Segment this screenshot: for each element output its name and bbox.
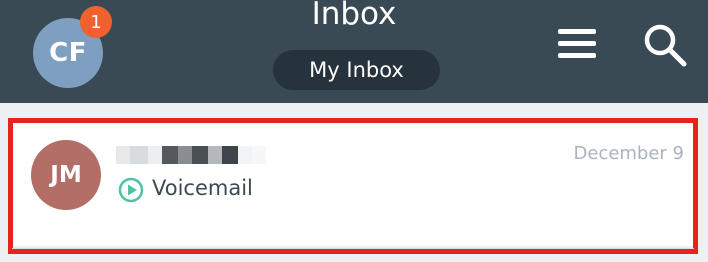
redaction-block: [116, 146, 130, 164]
contact-initials: JM: [50, 162, 82, 188]
message-type-label: Voicemail: [152, 176, 253, 200]
contact-avatar: JM: [31, 140, 101, 210]
page-title: Inbox: [311, 0, 397, 32]
message-date: December 9: [573, 143, 684, 164]
inbox-selector-button[interactable]: My Inbox: [273, 50, 440, 90]
message-list: JM December 9 Voicemail: [0, 103, 708, 262]
inbox-selector-label: My Inbox: [309, 58, 404, 82]
redaction-block: [222, 146, 238, 164]
hamburger-menu-icon[interactable]: [556, 26, 598, 62]
menu-line: [558, 53, 596, 58]
redaction-block: [148, 146, 162, 164]
list-item[interactable]: JM December 9 Voicemail: [12, 121, 694, 246]
menu-line: [558, 29, 596, 34]
redaction-block: [238, 146, 252, 164]
play-circle-icon[interactable]: [118, 177, 144, 203]
redaction-block: [208, 146, 222, 164]
list-divider: [12, 248, 694, 249]
sender-name-redacted: [116, 145, 296, 165]
search-icon[interactable]: [640, 20, 692, 68]
menu-line: [558, 41, 596, 46]
app-header: CF 1 Inbox My Inbox: [0, 0, 708, 103]
user-initials: CF: [49, 38, 87, 68]
redaction-block: [192, 146, 208, 164]
redaction-block: [252, 146, 266, 164]
redaction-block: [130, 146, 148, 164]
redaction-block: [162, 146, 178, 164]
redaction-block: [178, 146, 192, 164]
